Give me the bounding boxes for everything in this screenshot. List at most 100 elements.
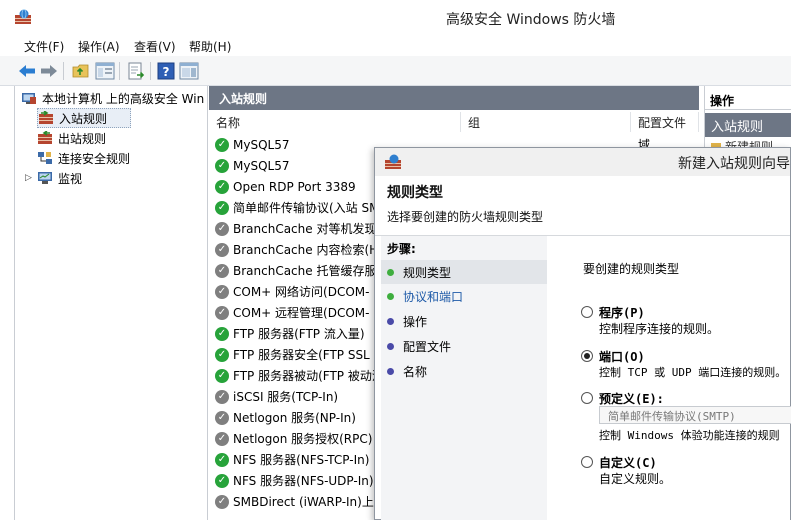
menu-help[interactable]: 帮助(H) [189,38,231,55]
firewall-computer-icon [22,93,36,104]
connection-security-icon [38,152,52,164]
rule-name: 简单邮件传输协议(入站 SM [233,201,380,215]
help-icon[interactable]: ? [155,60,177,82]
option-label: 程序(P) [599,306,645,320]
enabled-check-icon: ✓ [215,326,229,341]
toolbar-separator [63,62,64,80]
rule-name: MySQL57 [233,158,290,173]
option-label: 预定义(E): [599,392,664,406]
step-profile[interactable]: 配置文件 [381,334,547,358]
step-label: 名称 [403,364,428,379]
tree-item-monitoring[interactable]: ▷ 监视 [25,168,82,188]
wizard-header: 规则类型 选择要创建的防火墙规则类型 [375,176,790,236]
forward-icon[interactable] [38,60,60,82]
menu-view[interactable]: 查看(V) [134,38,176,55]
actions-section-inbound[interactable]: 入站规则 [705,113,791,137]
disabled-check-icon: ✓ [215,242,229,257]
outbound-rules-icon [38,131,52,144]
step-action[interactable]: 操作 [381,309,547,333]
column-header-profile[interactable]: 配置文件 [631,112,699,132]
menu-file[interactable]: 文件(F) [24,38,64,55]
step-protocol-ports[interactable]: 协议和端口 [381,284,547,308]
option-description: 控制 Windows 体验功能连接的规则 [599,429,780,442]
rule-name: Netlogon 服务(NP-In) [233,411,356,425]
toolbar-separator [119,62,120,80]
predefined-rule-dropdown[interactable]: 简单邮件传输协议(SMTP) [599,406,791,424]
rule-name: iSCSI 服务(TCP-In) [233,390,339,404]
wizard-steps: 步骤: 规则类型 协议和端口 操作 配置文件 名称 [381,236,547,520]
enabled-check-icon: ✓ [215,200,229,215]
disabled-check-icon: ✓ [215,305,229,320]
disabled-check-icon: ✓ [215,221,229,236]
wizard-title: 新建入站规则向导 [678,156,790,172]
rule-name: COM+ 网络访问(DCOM- [233,285,370,299]
disabled-check-icon: ✓ [215,494,229,509]
enabled-check-icon: ✓ [215,473,229,488]
step-label: 规则类型 [403,265,452,280]
rule-name: Netlogon 服务授权(RPC) [233,432,373,446]
enabled-check-icon: ✓ [215,452,229,467]
radio-program[interactable] [581,306,593,318]
disabled-check-icon: ✓ [215,263,229,278]
enabled-check-icon: ✓ [215,137,229,152]
actions-header: 操作 [705,90,791,110]
folder-up-icon[interactable] [70,60,92,82]
enabled-check-icon: ✓ [215,368,229,383]
rules-pane-header: 入站规则 [209,86,699,110]
step-name[interactable]: 名称 [381,359,547,383]
tree-item-outbound-rules[interactable]: 出站规则 [37,128,106,148]
toolbar-separator [150,62,151,80]
tree-root[interactable]: 本地计算机 上的高级安全 Win [21,88,204,108]
svg-text:?: ? [163,65,170,79]
step-current-dot-icon [387,268,394,276]
expand-arrow-icon[interactable]: ▷ [25,173,33,183]
rule-type-prompt: 要创建的规则类型 [583,262,680,276]
steps-label: 步骤: [387,242,416,256]
enabled-check-icon: ✓ [215,347,229,362]
export-list-icon[interactable] [125,60,147,82]
action-pane-icon[interactable] [178,60,200,82]
wizard-subheading: 选择要创建的防火墙规则类型 [387,210,544,224]
back-icon[interactable] [16,60,38,82]
rule-name: MySQL57 [233,137,290,152]
option-description: 控制 TCP 或 UDP 端口连接的规则。 [599,366,787,379]
tree-root-label: 本地计算机 上的高级安全 Win [42,91,205,106]
tree-item-inbound-rules[interactable]: 入站规则 [37,108,131,128]
firewall-app-icon [15,9,31,24]
tree-item-label: 入站规则 [59,111,108,126]
column-header-group[interactable]: 组 [461,112,631,132]
rule-name: BranchCache 对等机发现 [233,222,377,236]
radio-predefined[interactable] [581,392,593,404]
radio-port[interactable] [581,350,593,362]
enabled-check-icon: ✓ [215,179,229,194]
step-rule-type[interactable]: 规则类型 [381,260,547,284]
column-header-name[interactable]: 名称 [209,112,461,132]
inbound-rules-icon [39,111,53,124]
disabled-check-icon: ✓ [215,410,229,425]
step-dot-icon [387,317,394,325]
rule-name: Open RDP Port 3389 [233,179,356,194]
title-bar: 高级安全 Windows 防火墙 [0,0,791,36]
wizard-heading: 规则类型 [387,185,443,201]
show-hide-tree-icon[interactable] [94,60,116,82]
step-label: 协议和端口 [403,289,464,304]
firewall-app-icon [385,154,401,169]
wizard-title-bar: 新建入站规则向导 [375,148,790,176]
new-inbound-rule-wizard: 新建入站规则向导 规则类型 选择要创建的防火墙规则类型 步骤: 规则类型 协议和… [374,147,791,520]
rule-name: NFS 服务器(NFS-UDP-In) [233,474,374,488]
tree-item-label: 出站规则 [58,131,107,146]
tree-item-connection-security[interactable]: 连接安全规则 [37,148,130,168]
option-description: 自定义规则。 [599,472,672,486]
menu-bar: 文件(F) 操作(A) 查看(V) 帮助(H) [0,36,791,56]
disabled-check-icon: ✓ [215,431,229,446]
radio-custom[interactable] [581,456,593,468]
rule-name: BranchCache 托管缓存服 [233,264,377,278]
step-label: 操作 [403,314,428,329]
rule-name: FTP 服务器被动(FTP 被动流 [233,369,384,383]
monitoring-icon [38,172,52,184]
disabled-check-icon: ✓ [215,389,229,404]
rule-name: NFS 服务器(NFS-TCP-In) [233,453,370,467]
menu-action[interactable]: 操作(A) [78,38,120,55]
step-label: 配置文件 [403,339,452,354]
rule-name: FTP 服务器(FTP 流入量) [233,327,365,341]
